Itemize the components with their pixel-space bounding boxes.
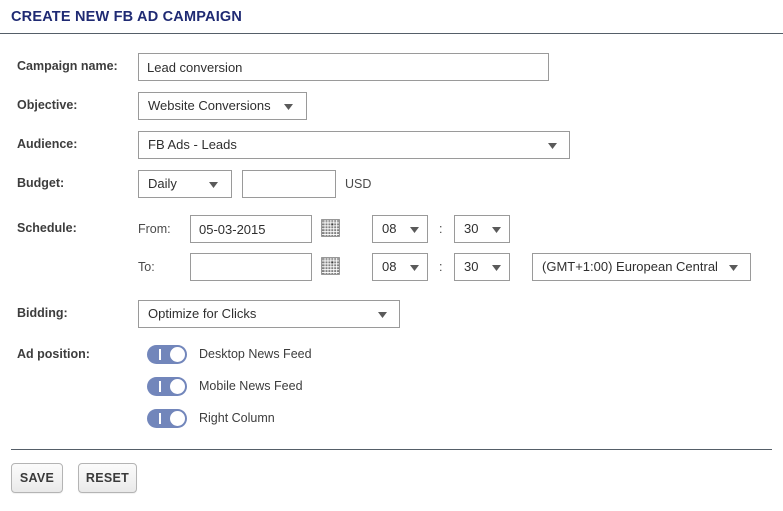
objective-select[interactable]: Website Conversions: [138, 92, 307, 120]
budget-amount-input[interactable]: [242, 170, 336, 198]
audience-label: Audience:: [17, 137, 78, 151]
ad-position-label: Ad position:: [17, 347, 90, 361]
objective-label: Objective:: [17, 98, 78, 112]
schedule-to-minute-value: 30: [464, 259, 479, 274]
toggle-desktop-news-feed[interactable]: [147, 345, 187, 364]
campaign-name-input[interactable]: [138, 53, 549, 81]
calendar-icon[interactable]: [321, 257, 340, 275]
toggle-knob: [170, 379, 185, 394]
schedule-from-time-separator: :: [439, 222, 443, 236]
ad-position-option-label: Mobile News Feed: [199, 379, 303, 393]
bidding-value: Optimize for Clicks: [148, 306, 257, 321]
chevron-down-icon: [492, 265, 501, 271]
objective-value: Website Conversions: [148, 98, 271, 113]
schedule-from-minute-select[interactable]: 30: [454, 215, 510, 243]
chevron-down-icon: [729, 265, 738, 271]
toggle-bar-icon: [159, 413, 161, 424]
schedule-to-date-input[interactable]: [190, 253, 312, 281]
toggle-bar-icon: [159, 349, 161, 360]
toggle-knob: [170, 347, 185, 362]
toggle-knob: [170, 411, 185, 426]
chevron-down-icon: [492, 227, 501, 233]
schedule-from-hour-select[interactable]: 08: [372, 215, 428, 243]
toggle-bar-icon: [159, 381, 161, 392]
chevron-down-icon: [548, 143, 557, 149]
reset-button[interactable]: RESET: [78, 463, 137, 493]
schedule-to-time-separator: :: [439, 260, 443, 274]
audience-select[interactable]: FB Ads - Leads: [138, 131, 570, 159]
bidding-select[interactable]: Optimize for Clicks: [138, 300, 400, 328]
page-title: CREATE NEW FB AD CAMPAIGN: [11, 9, 243, 25]
schedule-from-label: From:: [138, 222, 171, 236]
ad-position-option-label: Right Column: [199, 411, 275, 425]
schedule-from-date-input[interactable]: [190, 215, 312, 243]
campaign-name-label: Campaign name:: [17, 59, 118, 73]
chevron-down-icon: [410, 265, 419, 271]
title-divider: [0, 33, 783, 34]
chevron-down-icon: [378, 312, 387, 318]
schedule-to-minute-select[interactable]: 30: [454, 253, 510, 281]
audience-value: FB Ads - Leads: [148, 137, 237, 152]
schedule-to-label: To:: [138, 260, 155, 274]
schedule-to-hour-select[interactable]: 08: [372, 253, 428, 281]
schedule-label: Schedule:: [17, 221, 77, 235]
bidding-label: Bidding:: [17, 306, 68, 320]
budget-type-value: Daily: [148, 176, 177, 191]
budget-type-select[interactable]: Daily: [138, 170, 232, 198]
toggle-right-column[interactable]: [147, 409, 187, 428]
chevron-down-icon: [284, 104, 293, 110]
save-button[interactable]: SAVE: [11, 463, 63, 493]
chevron-down-icon: [209, 182, 218, 188]
schedule-from-hour-value: 08: [382, 221, 397, 236]
chevron-down-icon: [410, 227, 419, 233]
budget-label: Budget:: [17, 176, 65, 190]
ad-position-option-label: Desktop News Feed: [199, 347, 312, 361]
calendar-icon[interactable]: [321, 219, 340, 237]
footer-divider: [11, 449, 772, 450]
budget-currency-label: USD: [345, 177, 372, 191]
schedule-timezone-value: (GMT+1:00) European Central: [542, 259, 718, 274]
schedule-from-minute-value: 30: [464, 221, 479, 236]
schedule-timezone-select[interactable]: (GMT+1:00) European Central: [532, 253, 751, 281]
schedule-to-hour-value: 08: [382, 259, 397, 274]
toggle-mobile-news-feed[interactable]: [147, 377, 187, 396]
